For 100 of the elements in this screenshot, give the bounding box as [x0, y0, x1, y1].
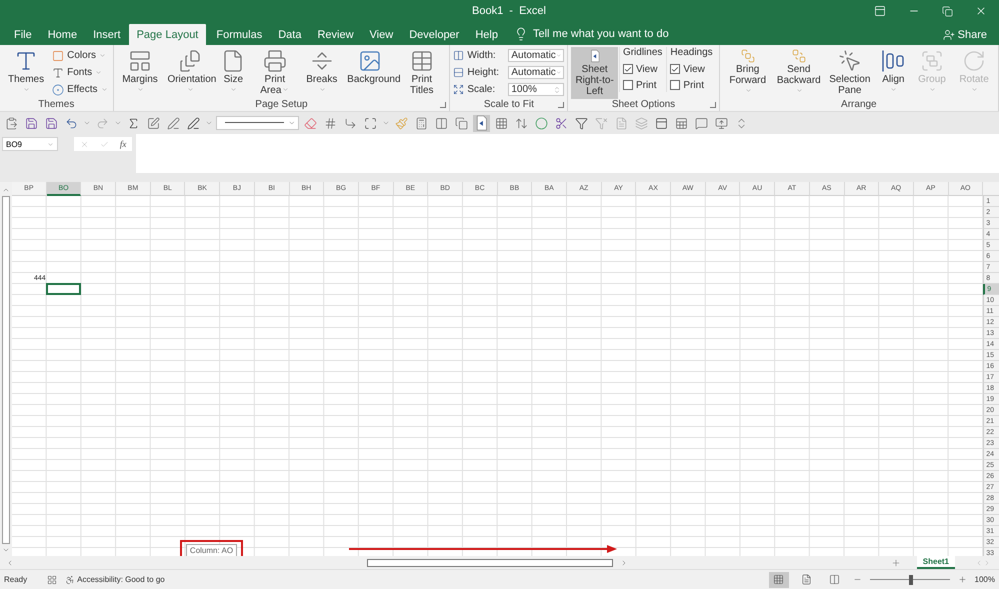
vertical-scrollbar[interactable] [0, 182, 12, 556]
restore-icon [942, 6, 953, 16]
arrow-icon [344, 116, 357, 130]
insert-function-button[interactable]: fx [120, 139, 126, 149]
slider-thumb[interactable] [909, 574, 914, 584]
ribbon-tab[interactable]: Home [40, 24, 86, 45]
checkbox[interactable] [622, 80, 633, 90]
checkbox[interactable] [622, 64, 633, 74]
ribbon-button[interactable]: Fonts [50, 65, 110, 80]
horizontal-scrollbar-thumb[interactable] [367, 558, 613, 566]
group-label: Themes [38, 99, 74, 111]
ribbon-tab[interactable]: Data [270, 24, 310, 45]
group-label: Page Setup [255, 99, 308, 111]
ribbon-button[interactable]: Margins [116, 47, 164, 99]
eraser-icon [304, 116, 317, 130]
dropdown-field[interactable]: Automatic [508, 66, 564, 79]
ribbon-button[interactable]: Themes [3, 47, 50, 99]
comment-icon [695, 116, 708, 130]
person-icon [942, 29, 955, 41]
line-style-dropdown[interactable] [216, 116, 299, 130]
hash-icon [324, 116, 337, 130]
rotate-icon [962, 49, 986, 73]
ribbon-tab[interactable]: File [6, 24, 40, 45]
checkbox-option[interactable]: View [670, 62, 713, 76]
caret-icon [744, 87, 752, 94]
pen-icon [187, 116, 200, 130]
ribbon-button[interactable]: Colors [50, 48, 110, 63]
launcher-icon[interactable] [558, 102, 564, 108]
launcher-icon[interactable] [710, 102, 716, 108]
copy-icon [455, 116, 468, 130]
type-icon [52, 66, 64, 78]
swatch-icon [52, 50, 64, 62]
ribbon-tab[interactable]: Developer [401, 24, 468, 45]
calculator-icon [415, 116, 428, 130]
scale-icon [453, 84, 464, 95]
checkbox[interactable] [670, 80, 680, 90]
ribbon-tab[interactable]: Insert [85, 24, 129, 45]
ribbon-tab[interactable]: View [362, 24, 402, 45]
ribbon-tab[interactable]: Formulas [208, 24, 270, 45]
checkbox-option[interactable]: Print [670, 78, 713, 92]
ribbon-button[interactable]: Bring Forward [722, 47, 773, 99]
field-label: Scale: [467, 84, 496, 95]
filter-clear-icon [595, 116, 608, 130]
accessibility-status[interactable]: Accessibility: Good to go [77, 575, 165, 584]
group-label: Arrange [841, 99, 877, 111]
ribbon-button[interactable]: Orientation [164, 47, 216, 99]
redo-icon [96, 116, 109, 130]
add-sheet-icon [890, 558, 901, 568]
toolbar-button[interactable] [453, 114, 470, 132]
view-button[interactable] [768, 572, 789, 588]
checkbox-option[interactable]: Print [622, 78, 662, 92]
grid-icon [773, 574, 784, 585]
name-box[interactable]: BO9 [2, 137, 58, 151]
caret-icon [282, 86, 290, 93]
dropdown-field[interactable]: Automatic [508, 49, 564, 62]
ribbon-tab[interactable]: Page Layout [128, 24, 206, 45]
ribbon-tab[interactable]: Review [309, 24, 362, 45]
caret-icon [382, 119, 390, 127]
checkbox-option[interactable]: View [622, 62, 662, 76]
sigma-icon [127, 116, 140, 130]
checkbox[interactable] [670, 64, 680, 74]
field-label: Height: [467, 67, 500, 78]
caret-icon [288, 119, 296, 127]
ribbon-button[interactable]: Breaks [300, 47, 344, 99]
caret-icon [556, 52, 562, 59]
ribbon-button[interactable]: Effects [50, 82, 110, 97]
caret-icon [318, 86, 326, 93]
option-heading: Gridlines [622, 47, 662, 60]
ribbon-button[interactable]: Print Area [250, 47, 300, 99]
align-icon [881, 49, 906, 73]
zoom-in-icon [958, 575, 967, 584]
sheet-tab[interactable]: Sheet1 [916, 556, 955, 569]
pointer-icon [838, 49, 862, 73]
status-text: Ready [4, 575, 28, 584]
tell-me-search[interactable]: Tell me what you want to do [532, 28, 669, 45]
zoom-slider[interactable] [870, 574, 950, 586]
panel-icon [655, 116, 668, 130]
dropdown-field[interactable]: 100% [508, 83, 564, 96]
edit-icon [147, 116, 160, 130]
height-icon [453, 67, 464, 78]
ribbon-button[interactable]: Selection Pane [824, 47, 875, 99]
pages-icon [178, 49, 202, 73]
scissors-icon [555, 116, 568, 130]
ribbon-button[interactable]: Sheet Right-to-Left [571, 47, 618, 99]
line-icon [225, 122, 284, 124]
ribbon-button[interactable]: Send Backward [774, 47, 824, 99]
share-button[interactable]: Share [936, 28, 993, 42]
ribbon-tab[interactable]: Help [467, 24, 506, 45]
active-cell[interactable] [46, 283, 82, 295]
zoom-level[interactable]: 100% [974, 575, 995, 584]
undo-icon [65, 116, 78, 130]
launcher-icon[interactable] [440, 102, 446, 108]
sort-icon [515, 116, 528, 130]
ribbon-button[interactable]: Align [876, 47, 911, 99]
ribbon-button[interactable]: Size [217, 47, 250, 99]
group-icon [920, 49, 944, 73]
caret-icon [83, 119, 91, 127]
toolbar-button[interactable] [473, 114, 490, 132]
caret-icon [556, 69, 562, 76]
frame-icon [364, 116, 377, 130]
